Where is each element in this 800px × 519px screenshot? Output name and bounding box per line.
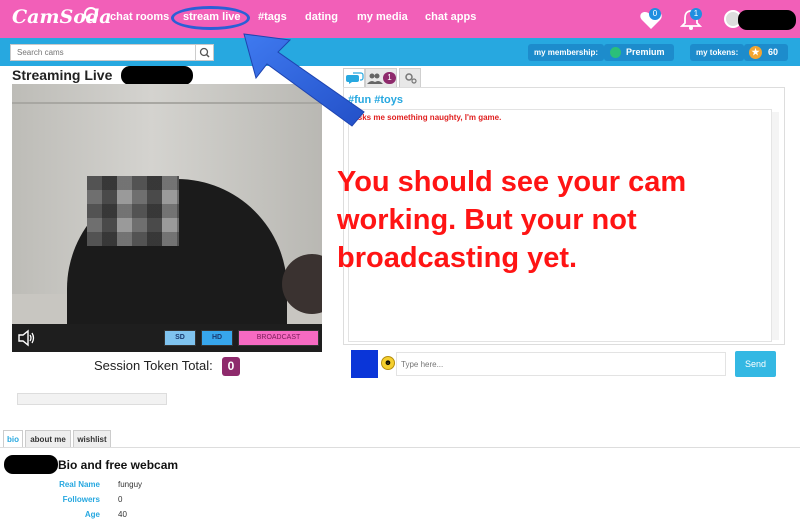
chat-input[interactable] (396, 352, 726, 376)
redacted-username (738, 10, 796, 30)
nav-chat-rooms[interactable]: chat rooms (110, 11, 169, 23)
gear-icon (405, 73, 417, 84)
top-nav: CamSoda chat rooms stream live #tags dat… (0, 0, 800, 38)
smiley-icon[interactable]: ☻ (381, 356, 395, 370)
field-value-real-name: funguy (118, 480, 143, 489)
search-box (10, 44, 214, 61)
chat-scrollbar[interactable] (771, 112, 779, 340)
sub-nav: my membership: Premium my tokens: ★ 60 (0, 38, 800, 66)
tab-wishlist[interactable]: wishlist (73, 430, 111, 447)
sd-button[interactable]: SD (164, 330, 196, 346)
send-button[interactable]: Send (735, 351, 776, 377)
redacted-name (121, 66, 193, 85)
tokens-label: my tokens: (690, 44, 745, 61)
session-token-label: Session Token Total: (94, 358, 213, 373)
star-icon: ★ (749, 46, 762, 59)
membership-label: my membership: (528, 44, 605, 61)
membership-value: Premium (626, 47, 665, 57)
tabs-divider (0, 447, 800, 448)
tokens-value: 60 (768, 47, 779, 57)
tab-chat[interactable] (343, 68, 365, 87)
chat-message: Asks me something naughty, I'm game. (352, 113, 502, 122)
page-title: Streaming Live (12, 67, 113, 83)
search-button[interactable] (195, 45, 213, 60)
nav-chat-apps[interactable]: chat apps (425, 11, 476, 23)
bio-heading: Bio and free webcam (58, 458, 179, 472)
broadcast-button[interactable]: BROADCAST (238, 330, 319, 346)
tab-settings[interactable] (399, 68, 421, 87)
nav-dating[interactable]: dating (305, 11, 338, 23)
chat-avatar (351, 350, 378, 378)
tab-about-me[interactable]: about me (25, 430, 71, 447)
speaker-icon[interactable] (17, 329, 37, 347)
highlight-circle (171, 6, 250, 30)
premium-icon (610, 47, 621, 58)
progress-bar (17, 393, 167, 405)
field-label-real-name: Real Name (59, 480, 100, 489)
pixelated-face (87, 176, 179, 246)
chat-icon (346, 72, 364, 84)
room-topic: #fun #toys (348, 94, 404, 106)
field-label-followers: Followers (62, 495, 100, 504)
annotation-text: You should see your cam working. But you… (337, 163, 767, 277)
webcam-preview: SD HD BROADCAST (12, 84, 322, 352)
search-input[interactable] (11, 45, 196, 60)
users-count-badge: 1 (383, 72, 396, 84)
annotation-line-3: broadcasting yet. (337, 242, 578, 274)
notifications-badge: 1 (690, 8, 702, 20)
logo-mark (84, 7, 98, 21)
video-detail (12, 102, 322, 104)
field-value-age: 40 (118, 510, 127, 519)
session-token-value: 0 (222, 357, 240, 376)
annotation-line-2: working. But your not (337, 204, 637, 236)
hd-button[interactable]: HD (201, 330, 233, 346)
favorites-badge: 0 (649, 8, 661, 20)
page: CamSoda chat rooms stream live #tags dat… (0, 0, 800, 519)
field-value-followers: 0 (118, 495, 123, 504)
annotation-line-1: You should see your cam (337, 166, 687, 198)
redacted-profile-name (4, 455, 58, 474)
tokens-badge[interactable]: ★ 60 (744, 44, 788, 61)
search-icon (199, 47, 210, 58)
nav-tags[interactable]: #tags (258, 11, 287, 23)
users-icon (367, 73, 383, 84)
field-label-age: Age (84, 510, 100, 519)
nav-my-media[interactable]: my media (357, 11, 408, 23)
tab-bio[interactable]: bio (3, 430, 23, 447)
membership-badge[interactable]: Premium (604, 44, 674, 61)
